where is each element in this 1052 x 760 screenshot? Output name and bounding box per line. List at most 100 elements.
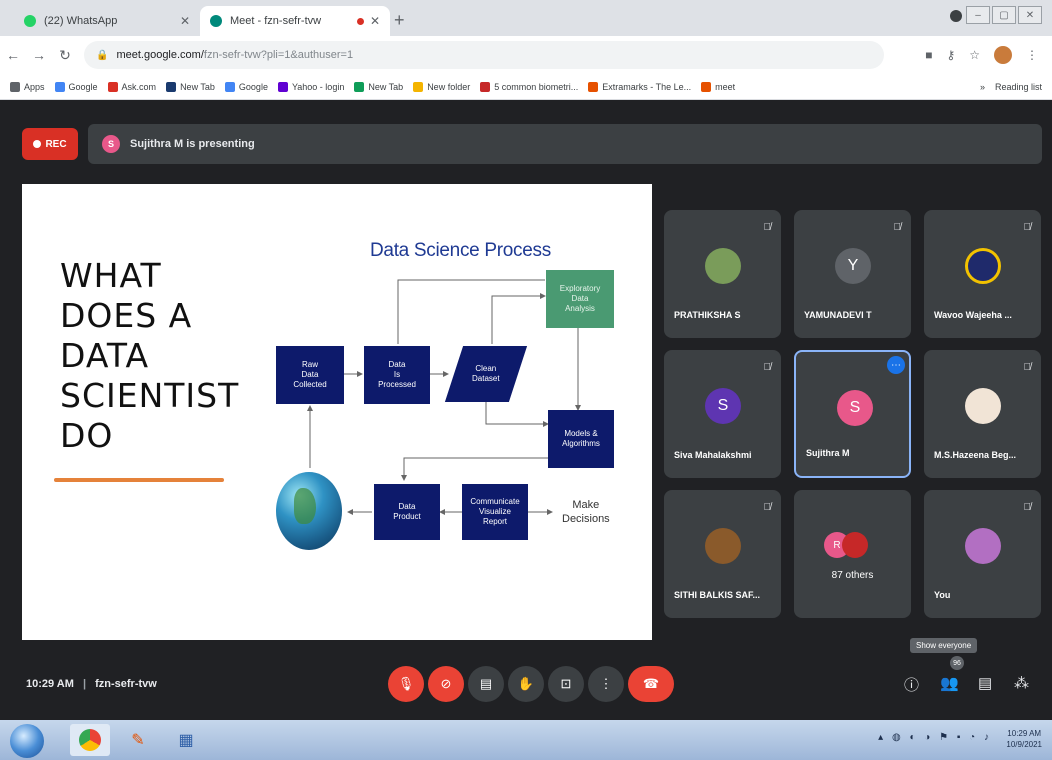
forward-icon[interactable]: →: [26, 47, 52, 63]
tab-whatsapp[interactable]: (22) WhatsApp ✕: [14, 6, 200, 36]
bookmark-item[interactable]: Google: [54, 81, 98, 92]
bookmark-item[interactable]: Google: [224, 81, 268, 92]
self-tile[interactable]: 🎙̸ You: [924, 490, 1041, 618]
present-button[interactable]: ⊡: [548, 666, 584, 702]
maximize-button[interactable]: ▢: [992, 6, 1016, 24]
participant-tile-active[interactable]: ⋯ S Sujithra M: [794, 350, 911, 478]
chrome-app[interactable]: [70, 724, 110, 756]
raise-hand-button[interactable]: ✋: [508, 666, 544, 702]
make-decisions-label: Make Decisions: [562, 499, 610, 525]
avatar: [705, 528, 741, 564]
back-icon[interactable]: ←: [0, 47, 26, 63]
info-icon[interactable]: ⓘ: [904, 674, 919, 695]
avatar: S: [705, 388, 741, 424]
page-icon: [354, 81, 365, 92]
system-tray[interactable]: ▴ ◍ ◐ ◑ ⚑ ▪ ◔ ♪: [878, 732, 992, 743]
mic-off-icon: 🎙̸: [763, 502, 772, 513]
kebab-menu-icon[interactable]: ⋮: [1026, 48, 1038, 62]
key-icon[interactable]: ⚷: [946, 48, 955, 62]
avatar: [965, 528, 1001, 564]
others-tile[interactable]: R 87 others: [794, 490, 911, 618]
participant-count-badge: 96: [950, 656, 964, 670]
star-icon[interactable]: ☆: [969, 48, 980, 62]
present-icon: ⊡: [560, 676, 572, 691]
ask-icon: [107, 81, 118, 92]
bookmark-item[interactable]: Yahoo - login: [277, 81, 344, 92]
folder-icon: [413, 81, 424, 92]
lock-icon: 🔒: [96, 49, 109, 61]
mic-off-icon: 🎙̸: [1023, 502, 1032, 513]
presentation-slide: WHAT DOES A DATA SCIENTIST DO Data Scien…: [22, 184, 652, 640]
bookmark-item[interactable]: Ask.com: [107, 81, 156, 92]
close-icon[interactable]: ✕: [180, 14, 190, 28]
mic-off-icon: 🎙̸: [1023, 222, 1032, 233]
avatar: Y: [835, 248, 871, 284]
url-host: meet.google.com/: [116, 49, 204, 61]
hand-icon: ✋: [517, 676, 535, 691]
participant-tile[interactable]: 🎙̸ Wavoo Wajeeha ...: [924, 210, 1041, 338]
leave-call-button[interactable]: ☎: [628, 666, 674, 702]
camera-icon[interactable]: ■: [925, 48, 932, 62]
captions-button[interactable]: ▤: [468, 666, 504, 702]
camera-off-icon: ⊘: [440, 676, 452, 691]
close-window-button[interactable]: ✕: [1018, 6, 1042, 24]
url-path: fzn-sefr-tvw?pli=1&authuser=1: [203, 49, 354, 61]
bookmark-item[interactable]: New Tab: [354, 81, 403, 92]
people-icon[interactable]: 👥: [940, 674, 959, 692]
tab-title: Meet - fzn-sefr-tvw: [230, 15, 322, 27]
avatar: S: [102, 135, 120, 153]
chat-icon[interactable]: ▤: [978, 674, 992, 692]
bookmark-item[interactable]: 5 common biometri...: [480, 81, 578, 92]
tab-search-icon[interactable]: [950, 10, 962, 22]
activities-icon[interactable]: ⁂: [1014, 674, 1029, 692]
communicate-box: Communicate Visualize Report: [462, 484, 528, 540]
page-icon: [480, 81, 491, 92]
bookmark-item[interactable]: New Tab: [166, 81, 215, 92]
start-button[interactable]: [10, 724, 44, 758]
phone-hangup-icon: ☎: [642, 676, 660, 691]
close-icon[interactable]: ✕: [370, 14, 380, 28]
explorer-app[interactable]: ▦: [166, 724, 206, 756]
system-clock[interactable]: 10:29 AM 10/9/2021: [1006, 728, 1042, 750]
bookmark-item[interactable]: Apps: [10, 81, 45, 92]
google-icon: [224, 81, 235, 92]
reload-icon[interactable]: ↻: [52, 47, 78, 64]
chrome-icon: [79, 729, 101, 751]
more-options-icon[interactable]: ⋯: [887, 356, 905, 374]
avatar: [965, 248, 1001, 284]
bookmark-item[interactable]: meet: [701, 81, 735, 92]
paint-app[interactable]: ✎: [118, 724, 158, 756]
meeting-info: 10:29 AM | fzn-sefr-tvw: [26, 678, 157, 690]
more-options-button[interactable]: ⋮: [588, 666, 624, 702]
bookmark-item[interactable]: Extramarks - The Le...: [588, 81, 691, 92]
bookmarks-bar: Apps Google Ask.com New Tab Google Yahoo…: [0, 74, 1052, 100]
reading-list-button[interactable]: Reading list: [995, 82, 1042, 92]
avatar: [965, 388, 1001, 424]
address-bar[interactable]: 🔒 meet.google.com/ fzn-sefr-tvw?pli=1&au…: [84, 41, 884, 69]
mic-toggle-button[interactable]: 🎙: [388, 666, 424, 702]
new-tab-button[interactable]: +: [394, 10, 405, 31]
whatsapp-icon: [24, 15, 36, 27]
participant-tile[interactable]: 🎙̸ Y YAMUNADEVI T: [794, 210, 911, 338]
participant-tile[interactable]: 🎙̸ SITHI BALKIS SAF...: [664, 490, 781, 618]
page-icon: [166, 81, 177, 92]
meet-area: REC S Sujithra M is presenting WHAT DOES…: [0, 100, 1052, 720]
minimize-button[interactable]: –: [966, 6, 990, 24]
participant-tile[interactable]: 🎙̸ M.S.Hazeena Beg...: [924, 350, 1041, 478]
camera-toggle-button[interactable]: ⊘: [428, 666, 464, 702]
chevron-right-icon[interactable]: »: [980, 82, 985, 92]
tab-meet[interactable]: Meet - fzn-sefr-tvw ✕: [200, 6, 390, 36]
data-product-box: Data Product: [374, 484, 440, 540]
window-controls: – ▢ ✕: [966, 6, 1042, 24]
apps-icon: [10, 81, 20, 92]
participant-tile[interactable]: 🎙̸ PRATHIKSHA S: [664, 210, 781, 338]
participant-tile[interactable]: 🎙̸ S Siva Mahalakshmi: [664, 350, 781, 478]
bookmark-item[interactable]: New folder: [413, 81, 470, 92]
models-box: Models & Algorithms: [548, 410, 614, 468]
browser-window: (22) WhatsApp ✕ Meet - fzn-sefr-tvw ✕ + …: [0, 0, 1052, 760]
browser-toolbar: ← → ↻ 🔒 meet.google.com/ fzn-sefr-tvw?pl…: [0, 36, 1052, 74]
recording-icon: [356, 17, 364, 25]
avatar: [842, 532, 868, 558]
rec-badge[interactable]: REC: [22, 128, 78, 160]
avatar[interactable]: [994, 46, 1012, 64]
